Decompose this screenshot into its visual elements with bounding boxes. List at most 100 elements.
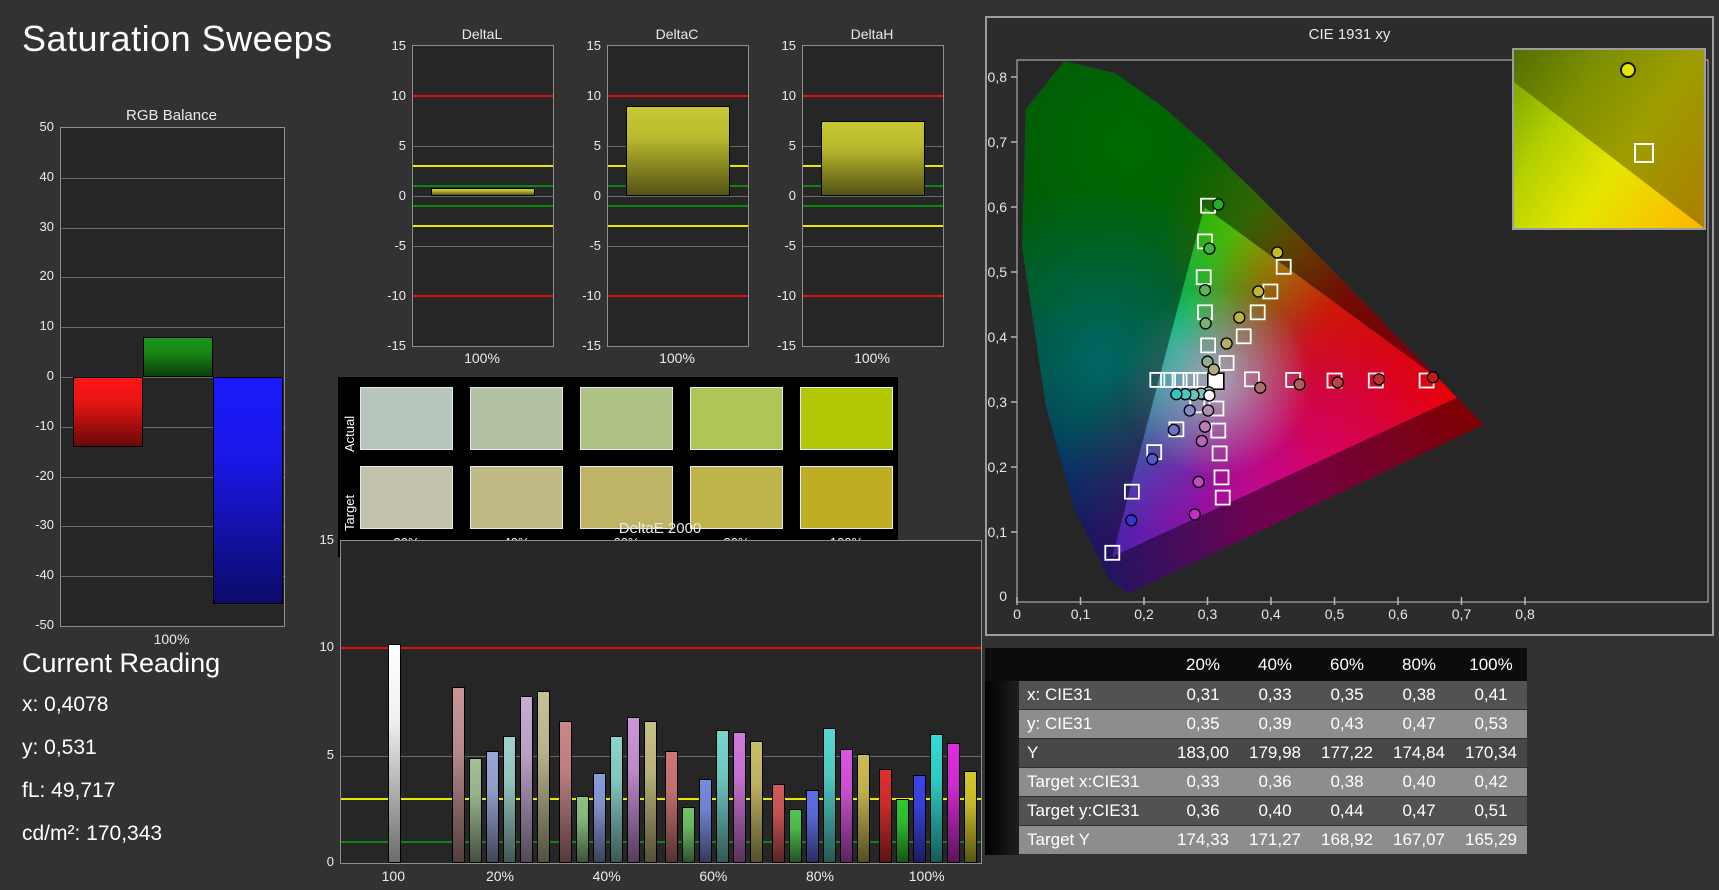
table-row-label: y: CIE31 — [1019, 710, 1167, 739]
delta-limit-red — [413, 295, 553, 297]
rgb-balance-plot — [60, 127, 285, 627]
cie-inset-dim-overlay — [1514, 50, 1704, 228]
table-value-cell: 179,98 — [1239, 739, 1311, 768]
table-value-cell: 0,33 — [1167, 768, 1239, 797]
svg-text:0,6: 0,6 — [1388, 606, 1408, 622]
cie-white-measured-circle — [1203, 389, 1216, 402]
cie-measured-circle — [1199, 317, 1212, 330]
deltae-y-tick-label: 10 — [319, 639, 334, 655]
delta-bar — [626, 106, 730, 196]
delta-y-tick-label: 10 — [391, 88, 406, 103]
deltae-bar — [643, 721, 657, 863]
deltae-y-tick-label: 15 — [319, 532, 334, 547]
current-reading-x: x: 0,4078 — [22, 693, 109, 716]
rgb-y-tick-label: 10 — [39, 318, 54, 334]
deltae-title: DeltaE 2000 — [618, 520, 702, 537]
cie-measured-circle — [1192, 475, 1205, 489]
current-reading: Current Reading x: 0,4078 y: 0,531 fL: 4… — [22, 648, 312, 865]
deltae-bar — [592, 772, 606, 863]
rgb-y-tick-label: -50 — [35, 617, 54, 632]
cie-measured-circle — [1372, 373, 1386, 386]
current-reading-title: Current Reading — [22, 648, 221, 678]
cie-measured-circle — [1125, 514, 1138, 527]
rgb-gridline — [61, 327, 284, 329]
deltae-bar — [626, 717, 640, 863]
table-value-cell: 0,41 — [1455, 681, 1527, 710]
cie-measured-circle — [1146, 453, 1159, 466]
rgb-bar-blue — [213, 377, 283, 604]
svg-text:0,5: 0,5 — [988, 264, 1008, 280]
cie-measured-circle — [1271, 246, 1284, 259]
deltae-bar — [575, 796, 589, 863]
delta-bar — [431, 188, 535, 196]
table-header-cell: 20% — [1167, 648, 1239, 681]
delta-h-title: DeltaH — [850, 26, 894, 42]
rgb-y-tick-label: -40 — [35, 567, 54, 583]
deltae-group-label: 100% — [908, 868, 945, 884]
deltae-bar — [806, 790, 819, 863]
delta-limit-yellow — [803, 225, 943, 227]
table-row: Target y:CIE31 0,36 0,40 0,44 0,47 0,51 — [985, 797, 1527, 826]
table-value-cell: 0,40 — [1239, 797, 1311, 826]
table-value-cell: 170,34 — [1455, 739, 1527, 768]
rgb-bar-red — [73, 377, 143, 447]
table-row-label: Target x:CIE31 — [1019, 768, 1167, 797]
delta-y-tick-label: 15 — [391, 38, 406, 53]
delta-gridline — [413, 196, 553, 197]
svg-text:0,3: 0,3 — [988, 394, 1008, 410]
table-value-cell: 0,39 — [1239, 710, 1311, 739]
delta-gridline — [608, 196, 748, 197]
delta-limit-red — [803, 95, 943, 97]
delta-c-x-label: 100% — [659, 350, 695, 366]
deltae-group-label: 60% — [699, 868, 728, 884]
current-reading-cdm2: cd/m²: 170,343 — [22, 822, 163, 845]
deltae-bar — [772, 783, 785, 863]
table-value-cell: 0,36 — [1239, 768, 1311, 797]
rgb-y-tick-label: 40 — [39, 168, 54, 184]
delta-y-tick-label: -10 — [777, 288, 796, 303]
delta-limit-green — [803, 205, 943, 207]
delta-gridline — [413, 146, 553, 147]
svg-text:0: 0 — [999, 588, 1007, 604]
table-value-cell: 0,47 — [1383, 710, 1455, 739]
delta-gridline — [608, 246, 748, 247]
cie-title: CIE 1931 xy — [1308, 26, 1391, 43]
table-value-cell: 0,31 — [1167, 681, 1239, 710]
delta-limit-green — [608, 205, 748, 207]
delta-y-tick-label: -15 — [387, 338, 406, 353]
rgb-y-tick-label: 20 — [39, 268, 54, 284]
table-value-cell: 183,00 — [1167, 739, 1239, 768]
table-header-cell: 100% — [1455, 648, 1527, 681]
delta-y-tick-label: -5 — [784, 238, 796, 253]
swatch-actual — [360, 387, 453, 450]
table-value-cell: 0,35 — [1167, 710, 1239, 739]
swatch-actual — [580, 387, 673, 450]
table-value-cell: 0,38 — [1311, 768, 1383, 797]
delta-c-title: DeltaC — [655, 26, 699, 42]
deltae-bar — [929, 734, 943, 863]
table-value-cell: 171,27 — [1239, 826, 1311, 855]
table-row-strip — [985, 681, 1019, 710]
table-row-strip — [985, 739, 1019, 768]
table-value-cell: 167,07 — [1383, 826, 1455, 855]
table-value-cell: 0,36 — [1167, 797, 1239, 826]
svg-text:0,4: 0,4 — [1261, 606, 1281, 622]
cie-measured-circle — [1195, 434, 1208, 448]
deltae-bar — [946, 742, 960, 863]
deltae-bar — [789, 809, 802, 863]
svg-text:0,3: 0,3 — [1198, 606, 1218, 622]
cie-measured-circle — [1203, 242, 1216, 255]
deltae-bar — [387, 644, 401, 863]
rgb-balance-x-label: 100% — [153, 631, 190, 647]
table-row-label: x: CIE31 — [1019, 681, 1167, 710]
delta-y-tick-label: -10 — [582, 288, 601, 303]
delta-c-plot — [607, 45, 749, 347]
table-value-cell: 0,47 — [1383, 797, 1455, 826]
cie-measured-circle — [1198, 420, 1212, 433]
svg-text:0,8: 0,8 — [988, 69, 1008, 85]
svg-text:0,2: 0,2 — [988, 459, 1008, 475]
cie-measured-circle — [1188, 508, 1201, 521]
delta-y-tick-label: -15 — [582, 338, 601, 353]
rgb-y-tick-label: -20 — [35, 467, 54, 483]
delta-limit-red — [413, 95, 553, 97]
